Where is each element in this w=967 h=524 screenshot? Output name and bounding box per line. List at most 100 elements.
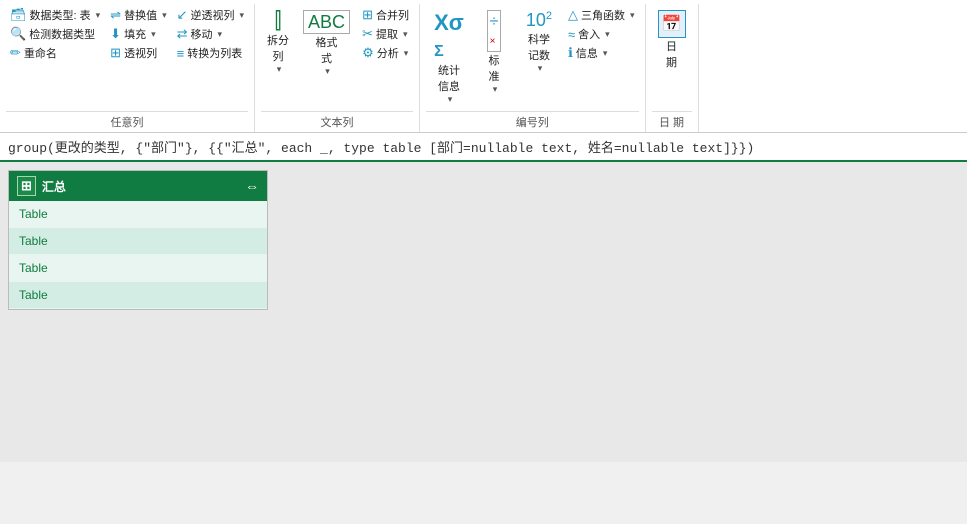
btn-trig[interactable]: △ 三角函数 ▾ [564, 6, 639, 24]
table-header: ⊞ 汇总 ⇔ [9, 171, 267, 201]
btn-analyze-label: 分析 [377, 45, 399, 61]
table-row[interactable]: Table [9, 201, 267, 228]
btn-replace-label: 替换值 [124, 7, 157, 23]
pivot-icon: ⊞ [110, 45, 121, 61]
extract-dropdown: ▾ [403, 29, 408, 40]
table-header-label: 汇总 [42, 178, 66, 195]
format-dropdown: ▾ [325, 66, 330, 77]
info-icon: ℹ [568, 45, 573, 61]
trig-icon: △ [568, 7, 578, 23]
ribbon-group-number-col: ΧσΣ 统计信息 ▾ ÷× 标准 ▾ 102 科学记数 ▾ △ [420, 4, 646, 132]
ribbon-group-text-col: ⫿ 拆分列 ▾ ABC 格式式 ▾ ⊞ 合并列 ✂ 提取 [255, 4, 420, 132]
dropdown-arrow: ▾ [96, 10, 101, 21]
unpivot-icon: ↙ [177, 7, 188, 23]
text-col-title: 文本列 [261, 111, 413, 132]
table-row[interactable]: Table [9, 255, 267, 282]
btn-scientific-label: 科学记数 [528, 31, 550, 63]
number-col-content: ΧσΣ 统计信息 ▾ ÷× 标准 ▾ 102 科学记数 ▾ △ [426, 6, 639, 109]
btn-move[interactable]: ⇄ 移动 ▾ [173, 25, 226, 43]
analyze-icon: ⚙ [362, 45, 374, 61]
arbitrary-col-mid: ⇌ 替换值 ▾ ⬇ 填充 ▾ ⊞ 透视列 [106, 6, 170, 62]
btn-merge-col[interactable]: ⊞ 合并列 [358, 6, 413, 24]
analyze-dropdown: ▾ [404, 48, 409, 59]
btn-info[interactable]: ℹ 信息 ▾ [564, 44, 611, 62]
stats-icon: ΧσΣ [434, 10, 464, 62]
text-col-right: ⊞ 合并列 ✂ 提取 ▾ ⚙ 分析 ▾ [358, 6, 413, 62]
number-col-right: △ 三角函数 ▾ ≈ 舍入 ▾ ℹ 信息 ▾ [564, 6, 639, 62]
format-icon: ABC [303, 10, 350, 34]
btn-detect-type-label: 检测数据类型 [29, 26, 95, 42]
btn-data-type[interactable]: 🗃 数据类型: 表 ▾ [6, 6, 104, 24]
btn-scientific[interactable]: 102 科学记数 ▾ [516, 6, 562, 78]
data-type-icon: 🗃 [10, 7, 27, 23]
arbitrary-col-left: 🗃 数据类型: 表 ▾ 🔍 检测数据类型 ✏ 重命名 [6, 6, 104, 62]
btn-split-col-label: 拆分列 [267, 32, 289, 64]
arbitrary-col-right: ↙ 逆透视列 ▾ ⇄ 移动 ▾ ≡ 转换为列表 [173, 6, 248, 62]
move-icon: ⇄ [177, 26, 188, 42]
btn-stats[interactable]: ΧσΣ 统计信息 ▾ [426, 6, 472, 109]
btn-fill-label: 填充 [124, 26, 146, 42]
btn-standard-label: 标准 [488, 52, 499, 84]
btn-detect-type[interactable]: 🔍 检测数据类型 [6, 25, 99, 43]
merge-col-icon: ⊞ [362, 7, 373, 23]
formula-bar: group(更改的类型, {"部门"}, {{"汇总", each _, typ… [0, 133, 967, 162]
btn-unpivot[interactable]: ↙ 逆透视列 ▾ [173, 6, 248, 24]
btn-rename[interactable]: ✏ 重命名 [6, 44, 61, 62]
btn-analyze[interactable]: ⚙ 分析 ▾ [358, 44, 412, 62]
btn-unpivot-label: 逆透视列 [191, 7, 235, 23]
btn-date[interactable]: 📅 日期 [652, 6, 692, 74]
btn-trig-label: 三角函数 [581, 7, 625, 23]
split-col-dropdown: ▾ [277, 64, 282, 75]
expand-icon[interactable]: ⇔ [245, 178, 259, 194]
round-icon: ≈ [568, 27, 575, 42]
extract-icon: ✂ [362, 26, 373, 42]
table-header-icon: ⊞ [17, 176, 36, 196]
btn-replace[interactable]: ⇌ 替换值 ▾ [106, 6, 170, 24]
replace-dropdown: ▾ [162, 10, 167, 21]
table-panel: ⊞ 汇总 ⇔ TableTableTableTable [8, 170, 268, 310]
ribbon-group-date-col: 📅 日期 日 期 [646, 4, 699, 132]
move-dropdown: ▾ [218, 29, 223, 40]
formula-text: group(更改的类型, {"部门"}, {{"汇总", each _, typ… [8, 141, 754, 156]
scientific-dropdown: ▾ [538, 63, 543, 74]
trig-dropdown: ▾ [630, 10, 635, 21]
round-dropdown: ▾ [605, 29, 610, 40]
text-col-content: ⫿ 拆分列 ▾ ABC 格式式 ▾ ⊞ 合并列 ✂ 提取 [261, 6, 413, 109]
btn-round-label: 舍入 [578, 26, 600, 42]
btn-extract[interactable]: ✂ 提取 ▾ [358, 25, 411, 43]
unpivot-dropdown: ▾ [240, 10, 245, 21]
btn-date-label: 日期 [666, 38, 677, 70]
btn-extract-label: 提取 [376, 26, 398, 42]
btn-pivot-label: 透视列 [124, 45, 157, 61]
btn-round[interactable]: ≈ 舍入 ▾ [564, 25, 614, 43]
btn-to-list[interactable]: ≡ 转换为列表 [173, 44, 247, 62]
btn-info-label: 信息 [576, 45, 598, 61]
info-dropdown: ▾ [603, 48, 608, 59]
arbitrary-col-content: 🗃 数据类型: 表 ▾ 🔍 检测数据类型 ✏ 重命名 ⇌ [6, 6, 248, 109]
number-col-title: 编号列 [426, 111, 639, 132]
btn-rename-label: 重命名 [24, 45, 57, 61]
btn-move-label: 移动 [191, 26, 213, 42]
btn-format[interactable]: ABC 格式式 ▾ [297, 6, 356, 81]
btn-stats-label: 统计信息 [438, 62, 460, 94]
date-col-title: 日 期 [652, 111, 692, 132]
btn-pivot[interactable]: ⊞ 透视列 [106, 44, 161, 62]
fill-icon: ⬇ [110, 26, 121, 42]
date-icon: 📅 [658, 10, 686, 38]
rename-icon: ✏ [10, 45, 21, 61]
arbitrary-col-title: 任意列 [6, 111, 248, 132]
standard-dropdown: ▾ [493, 84, 498, 95]
date-col-content: 📅 日期 [652, 6, 692, 109]
main-content: ⊞ 汇总 ⇔ TableTableTableTable [0, 162, 967, 462]
btn-merge-col-label: 合并列 [376, 7, 409, 23]
to-list-icon: ≡ [177, 46, 185, 61]
table-row[interactable]: Table [9, 282, 267, 309]
ribbon-groups: 🗃 数据类型: 表 ▾ 🔍 检测数据类型 ✏ 重命名 ⇌ [0, 4, 967, 132]
ribbon: 🗃 数据类型: 表 ▾ 🔍 检测数据类型 ✏ 重命名 ⇌ [0, 0, 967, 133]
table-rows: TableTableTableTable [9, 201, 267, 309]
btn-format-label: 格式式 [316, 34, 338, 66]
table-row[interactable]: Table [9, 228, 267, 255]
btn-standard[interactable]: ÷× 标准 ▾ [474, 6, 514, 99]
btn-fill[interactable]: ⬇ 填充 ▾ [106, 25, 159, 43]
btn-split-col[interactable]: ⫿ 拆分列 ▾ [261, 6, 295, 79]
